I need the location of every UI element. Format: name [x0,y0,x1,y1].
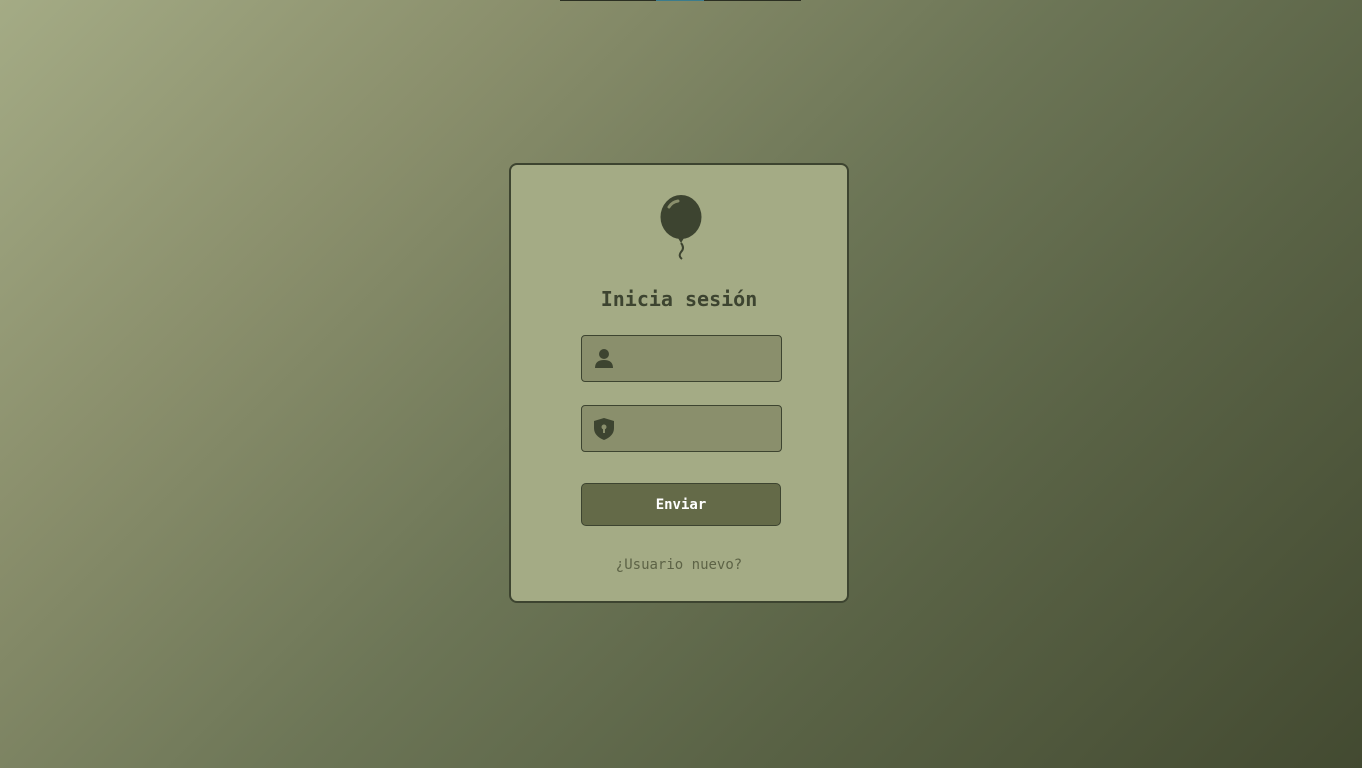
submit-button[interactable]: Enviar [581,483,781,526]
new-user-link[interactable]: ¿Usuario nuevo? [511,557,847,573]
user-icon [595,349,613,368]
top-progress-accent [656,0,704,1]
password-input[interactable] [622,406,777,451]
page-title: Inicia sesión [600,287,758,311]
username-field[interactable] [581,335,782,382]
password-field[interactable] [581,405,782,452]
login-card: Inicia sesión Enviar ¿Usuario nuevo? [509,163,849,603]
top-progress-bar [560,0,801,1]
username-input[interactable] [622,336,777,381]
shield-keyhole-icon [594,418,614,440]
balloon-icon [660,195,702,260]
